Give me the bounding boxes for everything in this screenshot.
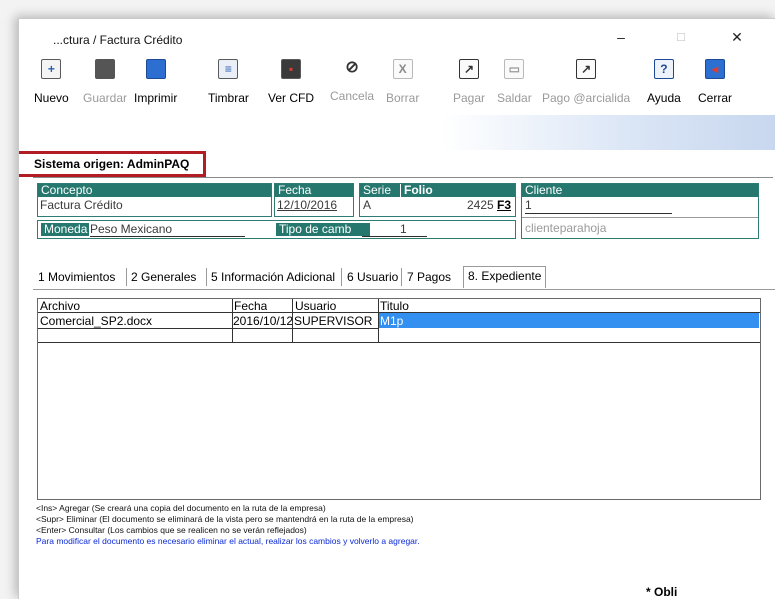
folio-f3-lookup[interactable]: F3 [497,198,511,212]
column-header-usuario[interactable]: Usuario [295,299,336,313]
cliente-divider [522,217,758,218]
help-insert: <Ins> Agregar (Se creará una copia del d… [36,503,326,513]
tipo-cambio-underline [362,236,427,237]
new-document-icon: + [41,59,62,79]
serie-label: Serie [360,184,400,197]
help-delete: <Supr> Eliminar (El documento se elimina… [36,514,414,524]
fecha-label: Fecha [275,184,353,197]
cell-archivo: Comercial_SP2.docx [40,314,153,328]
moneda-value[interactable]: Peso Mexicano [90,222,172,236]
serie-folio-field[interactable]: Serie Folio A 2425 F3 [359,183,516,217]
tipo-cambio-value[interactable]: 1 [400,222,407,236]
stamp-document-icon: ≡ [218,59,239,79]
folio-value: 2425 [467,198,494,212]
borrar-button[interactable]: X Borrar [386,59,419,105]
status-banner [33,115,775,150]
tab-separator [401,268,402,286]
ayuda-button[interactable]: ? Ayuda [647,59,681,105]
title-bar: ...ctura / Factura Crédito – ☐ ✕ [19,19,775,59]
moneda-row: Moneda Peso Mexicano Tipo de camb 1 [37,220,516,239]
cancel-icon: ⊘ [345,59,359,76]
ver-cfd-button[interactable]: ▪ Ver CFD [268,59,314,105]
app-window: ...ctura / Factura Crédito – ☐ ✕ + Nuevo… [18,18,775,599]
cliente-underline [525,213,672,214]
folio-label: Folio [401,184,515,197]
toolbar: + Nuevo Guardar Imprimir ≡ Timbrar ▪ Ver… [19,59,775,119]
moneda-underline [90,236,245,237]
timbrar-button[interactable]: ≡ Timbrar [208,59,249,105]
cerrar-button[interactable]: ◂ Cerrar [698,59,732,105]
column-divider [292,299,293,343]
selected-cell-highlight [379,313,759,328]
cliente-field[interactable]: Cliente 1 clienteparahoja [521,183,759,239]
cliente-name: clienteparahoja [525,221,607,235]
tab-separator [206,268,207,286]
tab-baseline [33,289,775,290]
row-divider [38,342,760,343]
concepto-label: Concepto [38,184,271,197]
column-header-archivo[interactable]: Archivo [40,299,80,313]
concepto-value: Factura Crédito [40,198,123,212]
cancela-button[interactable]: ⊘ Cancela [330,59,374,103]
fecha-value: 12/10/2016 [277,198,338,212]
tab-informacion-adicional[interactable]: 5 Información Adicional [211,270,335,284]
view-cfd-icon: ▪ [281,59,301,79]
settle-icon: ▭ [504,59,525,79]
pay-icon: ↗ [459,59,480,79]
maximize-button: ☐ [676,32,686,44]
guardar-button[interactable]: Guardar [83,59,127,105]
print-icon [145,59,166,79]
cell-titulo: M1p [380,314,404,328]
minimize-button[interactable]: – [611,29,631,45]
cliente-value: 1 [525,198,532,212]
imprimir-button[interactable]: Imprimir [134,59,177,105]
fecha-field[interactable]: Fecha 12/10/2016 [274,183,354,217]
serie-value: A [363,198,372,212]
row-divider [38,328,378,329]
column-header-fecha[interactable]: Fecha [234,299,267,313]
saldar-button[interactable]: ▭ Saldar [497,59,532,105]
column-header-titulo[interactable]: Titulo [380,299,409,313]
cell-usuario: SUPERVISOR [294,314,373,328]
save-disk-icon [95,59,116,79]
cliente-label: Cliente [522,184,758,197]
tab-usuario[interactable]: 6 Usuario [347,270,398,284]
moneda-label: Moneda [41,223,89,236]
tab-pagos[interactable]: 7 Pagos [407,270,451,284]
tab-separator [341,268,342,286]
partial-payment-icon: ↗ [576,59,597,79]
concepto-field[interactable]: Concepto Factura Crédito [37,183,272,217]
help-enter: <Enter> Consultar (Los cambios que se re… [36,525,307,535]
help-modify: Para modificar el documento es necesario… [36,536,420,546]
help-icon: ? [653,59,674,79]
delete-icon: X [392,59,413,79]
tab-movimientos[interactable]: 1 Movimientos [38,270,115,284]
pagar-button[interactable]: ↗ Pagar [453,59,485,105]
exit-door-icon: ◂ [705,59,725,79]
window-title: ...ctura / Factura Crédito [53,33,183,47]
expediente-table[interactable]: Archivo Fecha Usuario Titulo Comercial_S… [37,298,761,500]
tab-expediente[interactable]: 8. Expediente [463,266,547,288]
tab-generales[interactable]: 2 Generales [131,270,196,284]
divider [33,177,773,178]
required-note: * Obli [646,585,678,599]
origin-label: Sistema origen: AdminPAQ [34,157,190,171]
pago-parcial-button[interactable]: ↗ Pago @arcialida [542,59,630,105]
tipo-cambio-label: Tipo de camb [276,223,370,236]
cell-fecha: 2016/10/12 [233,314,292,328]
tab-separator [126,268,127,286]
close-window-button[interactable]: ✕ [727,29,747,46]
nuevo-button[interactable]: + Nuevo [34,59,69,105]
